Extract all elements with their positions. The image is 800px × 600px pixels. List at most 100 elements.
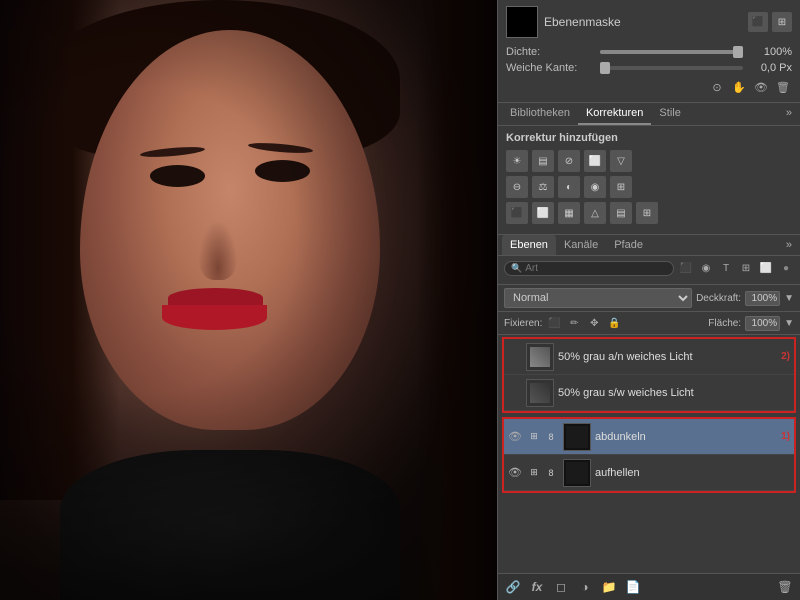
layer-item[interactable]: 👁 ⊞ 8 abdunkeln 1) [504,419,794,455]
tab-kanaele[interactable]: Kanäle [556,235,606,255]
layer-adj-icon-2[interactable]: 8 [543,429,559,445]
korr-icon-photofilter[interactable]: ◉ [584,176,606,198]
adjustments-icon[interactable]: ◑ [576,578,594,596]
korr-icon-levels[interactable]: ▤ [532,150,554,172]
delete-layer-icon[interactable]: 🗑 [776,578,794,596]
visibility-toggle[interactable]: 👁 [508,430,522,444]
layer-item[interactable]: 👁 ⊞ 8 aufhellen [504,455,794,491]
lock-transparent[interactable]: ⬛ [546,315,562,331]
layer-name: aufhellen [595,467,790,479]
dichte-row: Dichte: 100% [506,46,792,58]
layer-search-row: 🔍 ⬛ ◉ T ⊞ ⬜ ● [504,260,794,276]
layer-icon-4[interactable]: ⊞ [738,260,754,276]
layer-adj-icon-1[interactable]: ⊞ [526,465,542,481]
tab-bibliotheken[interactable]: Bibliotheken [502,103,578,125]
fx-icon[interactable]: fx [528,578,546,596]
layer-icon-5[interactable]: ⬜ [758,260,774,276]
layer-item[interactable]: 👁 50% grau a/n weiches Licht 2) [504,339,794,375]
layer-name: abdunkeln [595,431,773,443]
panel-collapse[interactable]: » [782,103,796,125]
korr-icon-mixer[interactable]: ⊞ [610,176,632,198]
layer-annotation: 1) [781,431,790,442]
visibility-toggle[interactable]: 👁 [508,350,522,364]
layer-icon-toggle[interactable]: ● [778,260,794,276]
layer-name: 50% grau a/n weiches Licht [558,351,773,363]
flaeche-label: Fläche: [708,318,741,329]
tab-ebenen[interactable]: Ebenen [502,235,556,255]
blend-mode-select[interactable]: Normal [504,288,692,308]
mask-action-3[interactable]: 👁 [752,78,770,96]
lock-icons: ⬛ ✏ ✥ 🔒 [546,315,622,331]
korr-icon-selective[interactable]: ⊞ [636,202,658,224]
deckkraft-input[interactable] [745,291,780,306]
mask-action-1[interactable]: ⊙ [708,78,726,96]
korr-icons-row-3: ⬛ ⬜ ▦ △ ▤ ⊞ [506,202,792,224]
layer-group-red-2: 👁 ⊞ 8 abdunkeln 1) 👁 ⊞ 8 [502,417,796,493]
weiche-kante-slider[interactable] [600,66,743,70]
korrekturen-title: Korrektur hinzufügen [506,132,792,144]
layer-item[interactable]: 👁 50% grau s/w weiches Licht [504,375,794,411]
link-icon[interactable]: 🔗 [504,578,522,596]
weiche-kante-value: 0,0 Px [747,62,792,74]
deckkraft-label: Deckkraft: [696,293,741,304]
layer-search-box: 🔍 [504,261,674,276]
lock-move[interactable]: ✥ [586,315,602,331]
korr-icons-row-2: ⊖ ⚖ ◐ ◉ ⊞ [506,176,792,198]
mask-action-2[interactable]: ✋ [730,78,748,96]
layer-search-input[interactable] [525,263,575,274]
bottom-toolbar: 🔗 fx ◻ ◑ 📁 📄 🗑 [498,573,800,600]
tab-pfade[interactable]: Pfade [606,235,651,255]
mask-icon-btn-1[interactable]: ⬛ [748,12,768,32]
korr-icon-curves[interactable]: ⊘ [558,150,580,172]
layer-name: 50% grau s/w weiches Licht [558,387,790,399]
korr-icon-bw[interactable]: ◐ [558,176,580,198]
mask-action-4[interactable]: 🗑 [774,78,792,96]
layer-adj-icon-1[interactable]: ⊞ [526,429,542,445]
korr-icon-exposure[interactable]: ⬜ [584,150,606,172]
dichte-slider[interactable] [600,50,743,54]
mask-icon-btn-2[interactable]: ⊞ [772,12,792,32]
blend-mode-row: Normal Deckkraft: ▼ [498,285,800,312]
new-layer-icon[interactable]: 📄 [624,578,642,596]
korrekturen-section: Korrektur hinzufügen ☀ ▤ ⊘ ⬜ ▽ ⊖ ⚖ ◐ ◉ ⊞… [498,126,800,235]
mask-title: Ebenenmaske [544,15,742,29]
ebenen-panel-collapse[interactable]: » [782,235,796,255]
korr-icon-invert[interactable]: ⬜ [532,202,554,224]
layer-thumbnail [563,423,591,451]
mask-icon-row: ⊙ ✋ 👁 🗑 [506,78,792,96]
korr-icon-colorbalance[interactable]: ⚖ [532,176,554,198]
visibility-toggle[interactable]: 👁 [508,466,522,480]
weiche-kante-label: Weiche Kante: [506,62,596,74]
visibility-toggle[interactable]: 👁 [508,386,522,400]
lock-all[interactable]: 🔒 [606,315,622,331]
flaeche-input[interactable] [745,316,780,331]
lock-paint[interactable]: ✏ [566,315,582,331]
korr-icon-brightness[interactable]: ☀ [506,150,528,172]
right-panel: Ebenenmaske ⬛ ⊞ Dichte: 100% Weiche Kant… [497,0,800,600]
layer-icon-1[interactable]: ⬛ [678,260,694,276]
layer-controls: 🔍 ⬛ ◉ T ⊞ ⬜ ● [498,256,800,285]
ebenen-section: Ebenen Kanäle Pfade » 🔍 ⬛ ◉ T ⊞ ⬜ ● [498,235,800,600]
layer-adj-icon-2[interactable]: 8 [543,465,559,481]
lock-row: Fixieren: ⬛ ✏ ✥ 🔒 Fläche: ▼ [498,312,800,335]
deckkraft-arrow[interactable]: ▼ [784,293,794,304]
dichte-label: Dichte: [506,46,596,58]
tab-stile[interactable]: Stile [651,103,688,125]
korr-icon-posterize[interactable]: ▦ [558,202,580,224]
weiche-kante-row: Weiche Kante: 0,0 Px [506,62,792,74]
flaeche-arrow[interactable]: ▼ [784,318,794,329]
photo-canvas [0,0,497,600]
layer-adjustment-icons: ⊞ 8 [526,429,559,445]
korr-icon-gradient[interactable]: ▤ [610,202,632,224]
korr-icon-hue[interactable]: ⊖ [506,176,528,198]
korr-icon-vibrance[interactable]: ▽ [610,150,632,172]
layer-icon-2[interactable]: ◉ [698,260,714,276]
mask-section: Ebenenmaske ⬛ ⊞ Dichte: 100% Weiche Kant… [498,0,800,103]
korr-icon-colorsearch[interactable]: ⬛ [506,202,528,224]
tab-korrekturen[interactable]: Korrekturen [578,103,651,125]
new-group-icon[interactable]: 📁 [600,578,618,596]
layer-icon-3[interactable]: T [718,260,734,276]
korr-icon-threshold[interactable]: △ [584,202,606,224]
korr-icons-row-1: ☀ ▤ ⊘ ⬜ ▽ [506,150,792,172]
add-mask-icon[interactable]: ◻ [552,578,570,596]
